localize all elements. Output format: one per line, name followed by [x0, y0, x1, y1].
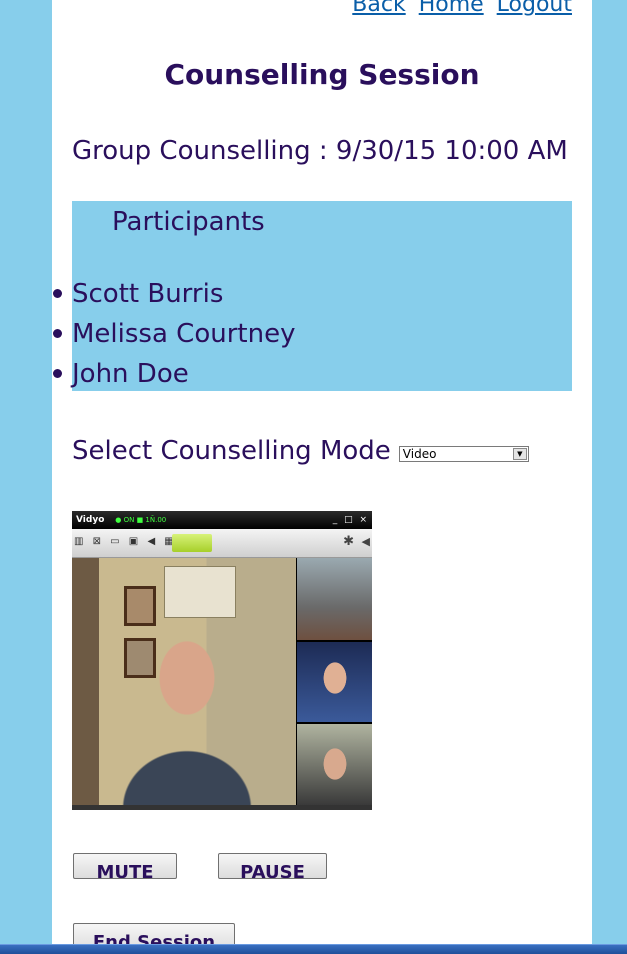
video-titlebar: Vidyo ● ON ■ 1Ñ.00 _ □ × — [72, 511, 372, 529]
mic-control-icon[interactable] — [172, 534, 212, 552]
page: Back Home Logout Counselling Session Gro… — [52, 0, 592, 953]
toolbar-icons[interactable]: ▥ ⊠ ▭ ▣ ◀ ▦ — [74, 536, 177, 547]
participant-video-2 — [297, 642, 372, 722]
video-window: Vidyo ● ON ■ 1Ñ.00 _ □ × ▥ ⊠ ▭ ▣ ◀ ▦ ✱ ◀ — [72, 511, 372, 810]
participants-heading: Participants — [112, 207, 265, 237]
wall-map — [164, 566, 236, 618]
home-link[interactable]: Home — [419, 0, 484, 17]
video-bottom-bar — [72, 805, 372, 810]
page-title: Counselling Session — [164, 58, 480, 91]
participant-video-1 — [297, 558, 372, 640]
main-video-feed — [72, 558, 296, 805]
speaker-icon[interactable]: ◀ — [362, 535, 370, 548]
participants-list: Scott Burris Melissa Courtney John Doe — [52, 275, 295, 395]
wall-frame — [124, 586, 156, 626]
vidyo-logo: Vidyo — [76, 515, 105, 525]
session-info: Group Counselling : 9/30/15 10:00 AM — [72, 136, 568, 166]
participant-video-3 — [297, 724, 372, 805]
list-item: John Doe — [52, 355, 295, 395]
pause-button[interactable]: PAUSE — [218, 853, 327, 879]
chevron-down-icon[interactable]: ▼ — [512, 448, 527, 460]
window-controls-icon[interactable]: _ □ × — [333, 511, 369, 529]
list-item: Scott Burris — [52, 275, 295, 315]
top-nav: Back Home Logout — [346, 0, 572, 17]
mode-label: Select Counselling Mode — [72, 436, 391, 466]
list-item: Melissa Courtney — [52, 315, 295, 355]
mute-button[interactable]: MUTE — [73, 853, 177, 879]
mode-select-value: Video — [402, 447, 437, 461]
gear-icon[interactable]: ✱ — [343, 534, 354, 549]
back-link[interactable]: Back — [352, 0, 405, 17]
mode-row: Select Counselling Mode Video ▼ — [72, 436, 529, 466]
mode-select[interactable]: Video ▼ — [398, 446, 529, 462]
participants-panel: Participants Scott Burris Melissa Courtn… — [52, 201, 572, 391]
logout-link[interactable]: Logout — [497, 0, 572, 17]
wall-frame — [124, 638, 156, 678]
video-toolbar: ▥ ⊠ ▭ ▣ ◀ ▦ ✱ ◀ — [72, 529, 372, 558]
video-status: ● ON ■ 1Ñ.00 — [115, 516, 167, 524]
